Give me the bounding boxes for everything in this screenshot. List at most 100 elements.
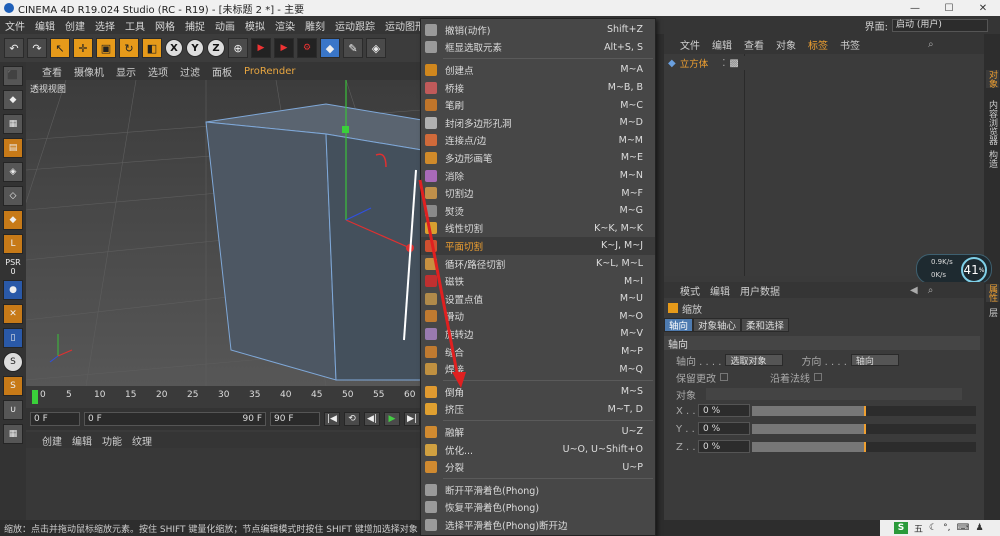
y-scale-input[interactable]: 0 %: [698, 422, 750, 435]
menu-item[interactable]: 循环/路径切割 K~L, M~L: [421, 255, 655, 273]
om-menu-objects[interactable]: 对象: [776, 37, 796, 52]
menu-item[interactable]: 缝合 M~P: [421, 343, 655, 361]
object-name[interactable]: 立方体: [680, 56, 709, 70]
material-menu-create[interactable]: 创建: [42, 433, 62, 448]
menu-edit[interactable]: 编辑: [30, 18, 60, 33]
material-menu-texture[interactable]: 纹理: [132, 433, 152, 448]
move-icon[interactable]: ✛: [73, 38, 93, 58]
pen-spline-icon[interactable]: ✎: [343, 38, 363, 58]
magnet-icon[interactable]: ∪: [3, 400, 23, 420]
menu-item[interactable]: 选择平滑着色(Phong)断开边: [421, 516, 655, 534]
menu-item[interactable]: 分裂 U~P: [421, 458, 655, 476]
coordinate-system-icon[interactable]: ⊕: [228, 38, 248, 58]
viewport-menu-filter[interactable]: 过滤: [180, 64, 200, 79]
start-frame-field[interactable]: 0 F: [30, 412, 80, 426]
along-normal-checkbox[interactable]: [814, 373, 822, 381]
attr-tab-object-axis[interactable]: 对象轴心: [693, 318, 742, 332]
attr-search-icon[interactable]: ⌕: [928, 285, 934, 296]
om-search-icon[interactable]: ⌕: [928, 39, 934, 50]
texture-mode-icon[interactable]: ▦: [3, 114, 23, 134]
close-button[interactable]: ✕: [966, 0, 1000, 16]
ime-icon[interactable]: S: [894, 522, 908, 534]
x-scale-slider[interactable]: [752, 406, 976, 416]
grid-icon[interactable]: ▦: [3, 424, 23, 444]
phong-tag-icon[interactable]: ▩: [729, 58, 738, 69]
undo-icon[interactable]: ↶: [4, 38, 24, 58]
end-frame-field[interactable]: 90 F: [270, 412, 320, 426]
tab-content-browser[interactable]: 内容浏览器: [986, 100, 999, 145]
menu-item[interactable]: 消除 M~N: [421, 167, 655, 185]
object-manager-list[interactable]: [664, 54, 984, 276]
moon-icon[interactable]: ☾: [929, 523, 937, 533]
render-picture-viewer-icon[interactable]: ▶: [274, 38, 294, 58]
tab-attributes[interactable]: 属性: [986, 284, 999, 302]
menu-sculpt[interactable]: 雕刻: [300, 18, 330, 33]
step-back-icon[interactable]: ◀|: [364, 412, 380, 426]
y-scale-slider[interactable]: [752, 424, 976, 434]
menu-item[interactable]: 平面切割 K~J, M~J: [421, 237, 655, 255]
live-select-icon[interactable]: ↖: [50, 38, 70, 58]
render-view-icon[interactable]: ▶: [251, 38, 271, 58]
material-menu-function[interactable]: 功能: [102, 433, 122, 448]
tweak-mode-icon[interactable]: ●: [3, 280, 23, 300]
attr-menu-edit[interactable]: 编辑: [710, 283, 730, 298]
menu-item[interactable]: 切割边 M~F: [421, 184, 655, 202]
tab-objects[interactable]: 对象: [986, 70, 999, 88]
menu-item[interactable]: 熨烫 M~G: [421, 202, 655, 220]
viewport-menu-display[interactable]: 显示: [116, 64, 136, 79]
menu-item[interactable]: 封闭多边形孔洞 M~D: [421, 114, 655, 132]
menu-create[interactable]: 创建: [60, 18, 90, 33]
menu-simulate[interactable]: 模拟: [240, 18, 270, 33]
menu-item[interactable]: 框显选取元素 Alt+S, S: [421, 39, 655, 57]
menu-item[interactable]: 笔刷 M~C: [421, 96, 655, 114]
loop-icon[interactable]: ⟲: [344, 412, 360, 426]
menu-mesh[interactable]: 网格: [150, 18, 180, 33]
menu-item[interactable]: 磁铁 M~I: [421, 272, 655, 290]
layout-dropdown[interactable]: 启动 (用户): [892, 18, 988, 32]
menu-item[interactable]: 线性切割 K~K, M~K: [421, 220, 655, 238]
menu-item[interactable]: 恢复平滑着色(Phong): [421, 499, 655, 517]
om-menu-view[interactable]: 查看: [744, 37, 764, 52]
menu-item[interactable]: 融解 U~Z: [421, 423, 655, 441]
viewport-solo-icon[interactable]: ▯: [3, 328, 23, 348]
object-row-cube[interactable]: ◆ 立方体 ⁚ ▩: [668, 56, 978, 70]
recent-tool-icon[interactable]: ◧: [142, 38, 162, 58]
menu-item[interactable]: 断开平滑着色(Phong): [421, 481, 655, 499]
menu-select[interactable]: 选择: [90, 18, 120, 33]
scale-icon[interactable]: ▣: [96, 38, 116, 58]
user-icon[interactable]: ♟: [975, 523, 983, 533]
om-menu-file[interactable]: 文件: [680, 37, 700, 52]
perspective-viewport[interactable]: 透视视图: [26, 80, 422, 386]
attr-tab-axis[interactable]: 轴向: [664, 318, 694, 332]
panel-divider[interactable]: [656, 34, 664, 520]
subdivision-icon[interactable]: ◈: [366, 38, 386, 58]
cube-primitive-icon[interactable]: ◆: [320, 38, 340, 58]
viewport-menu-options[interactable]: 选项: [148, 64, 168, 79]
snap-icon[interactable]: ✕: [3, 304, 23, 324]
redo-icon[interactable]: ↷: [27, 38, 47, 58]
edges-mode-icon[interactable]: ◇: [3, 186, 23, 206]
axis-mode-icon[interactable]: L: [3, 234, 23, 254]
om-menu-bookmarks[interactable]: 书签: [840, 37, 860, 52]
maximize-button[interactable]: ☐: [932, 0, 966, 16]
make-editable-icon[interactable]: ⬛: [3, 66, 23, 86]
workplane-icon[interactable]: ▤: [3, 138, 23, 158]
viewport-menu-panel[interactable]: 面板: [212, 64, 232, 79]
menu-item[interactable]: 创建点 M~A: [421, 61, 655, 79]
om-menu-tags[interactable]: 标签: [808, 37, 828, 52]
render-settings-icon[interactable]: ⚙: [297, 38, 317, 58]
attr-tab-soft-selection[interactable]: 柔和选择: [741, 318, 790, 332]
menu-item[interactable]: 设置点值 M~U: [421, 290, 655, 308]
menu-tools[interactable]: 工具: [120, 18, 150, 33]
menu-item[interactable]: 优化... U~O, U~Shift+O: [421, 441, 655, 459]
om-menu-edit[interactable]: 编辑: [712, 37, 732, 52]
menu-item[interactable]: 滑动 M~O: [421, 308, 655, 326]
menu-item[interactable]: 挤压 M~T, D: [421, 401, 655, 419]
go-to-start-icon[interactable]: |◀: [324, 412, 340, 426]
keep-changes-checkbox[interactable]: [720, 373, 728, 381]
viewport-menu-prorender[interactable]: ProRender: [244, 66, 295, 77]
material-menu-edit[interactable]: 编辑: [72, 433, 92, 448]
z-scale-input[interactable]: 0 %: [698, 440, 750, 453]
ime-mode[interactable]: 五: [914, 522, 923, 535]
menu-item[interactable]: 倒角 M~S: [421, 383, 655, 401]
